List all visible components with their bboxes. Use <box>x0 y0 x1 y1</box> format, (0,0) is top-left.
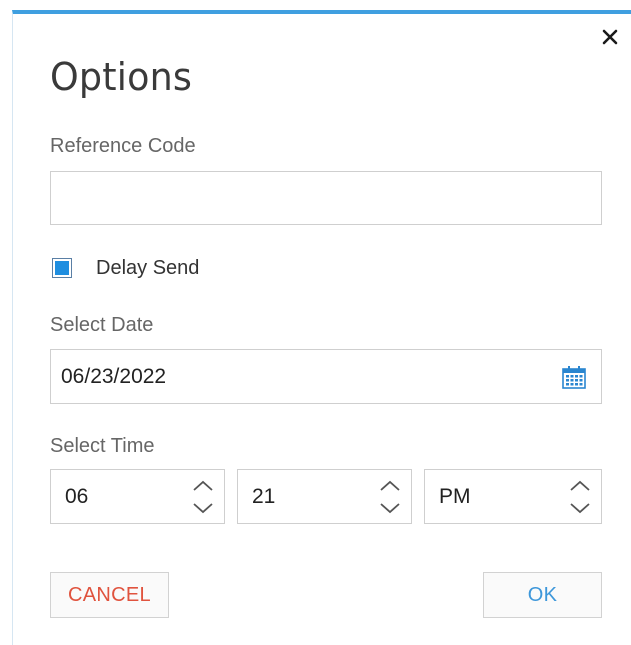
select-date-label: Select Date <box>50 314 154 336</box>
hour-spin-arrows <box>188 470 218 523</box>
period-increment-button[interactable] <box>566 475 594 497</box>
minute-increment-button[interactable] <box>376 475 404 497</box>
minute-value: 21 <box>252 484 276 508</box>
date-value: 06/23/2022 <box>61 364 167 388</box>
calendar-button[interactable] <box>557 360 591 394</box>
checkbox-checked-mark <box>55 261 69 275</box>
close-button[interactable] <box>596 23 624 51</box>
delay-send-checkbox-row[interactable]: Delay Send <box>52 256 199 280</box>
period-decrement-button[interactable] <box>566 497 594 519</box>
chevron-up-icon <box>570 480 590 491</box>
chevron-up-icon <box>193 480 213 491</box>
period-spin-arrows <box>565 470 595 523</box>
minute-spin-arrows <box>375 470 405 523</box>
period-value: PM <box>439 484 471 508</box>
close-icon <box>602 29 618 45</box>
date-input[interactable]: 06/23/2022 <box>50 349 602 404</box>
period-spinner[interactable]: PM <box>424 469 602 524</box>
minute-spinner[interactable]: 21 <box>237 469 412 524</box>
chevron-down-icon <box>380 502 400 513</box>
hour-spinner[interactable]: 06 <box>50 469 225 524</box>
chevron-down-icon <box>193 502 213 513</box>
delay-send-checkbox[interactable] <box>52 258 72 278</box>
chevron-up-icon <box>380 480 400 491</box>
minute-decrement-button[interactable] <box>376 497 404 519</box>
delay-send-label: Delay Send <box>96 257 200 279</box>
select-time-label: Select Time <box>50 435 155 457</box>
hour-increment-button[interactable] <box>189 475 217 497</box>
chevron-down-icon <box>570 502 590 513</box>
hour-value: 06 <box>65 484 89 508</box>
dialog-title: Options <box>50 55 193 99</box>
reference-code-label: Reference Code <box>50 135 196 157</box>
cancel-button[interactable]: CANCEL <box>50 572 169 618</box>
hour-decrement-button[interactable] <box>189 497 217 519</box>
calendar-icon <box>562 365 586 389</box>
ok-button[interactable]: OK <box>483 572 602 618</box>
reference-code-input[interactable] <box>50 171 602 225</box>
